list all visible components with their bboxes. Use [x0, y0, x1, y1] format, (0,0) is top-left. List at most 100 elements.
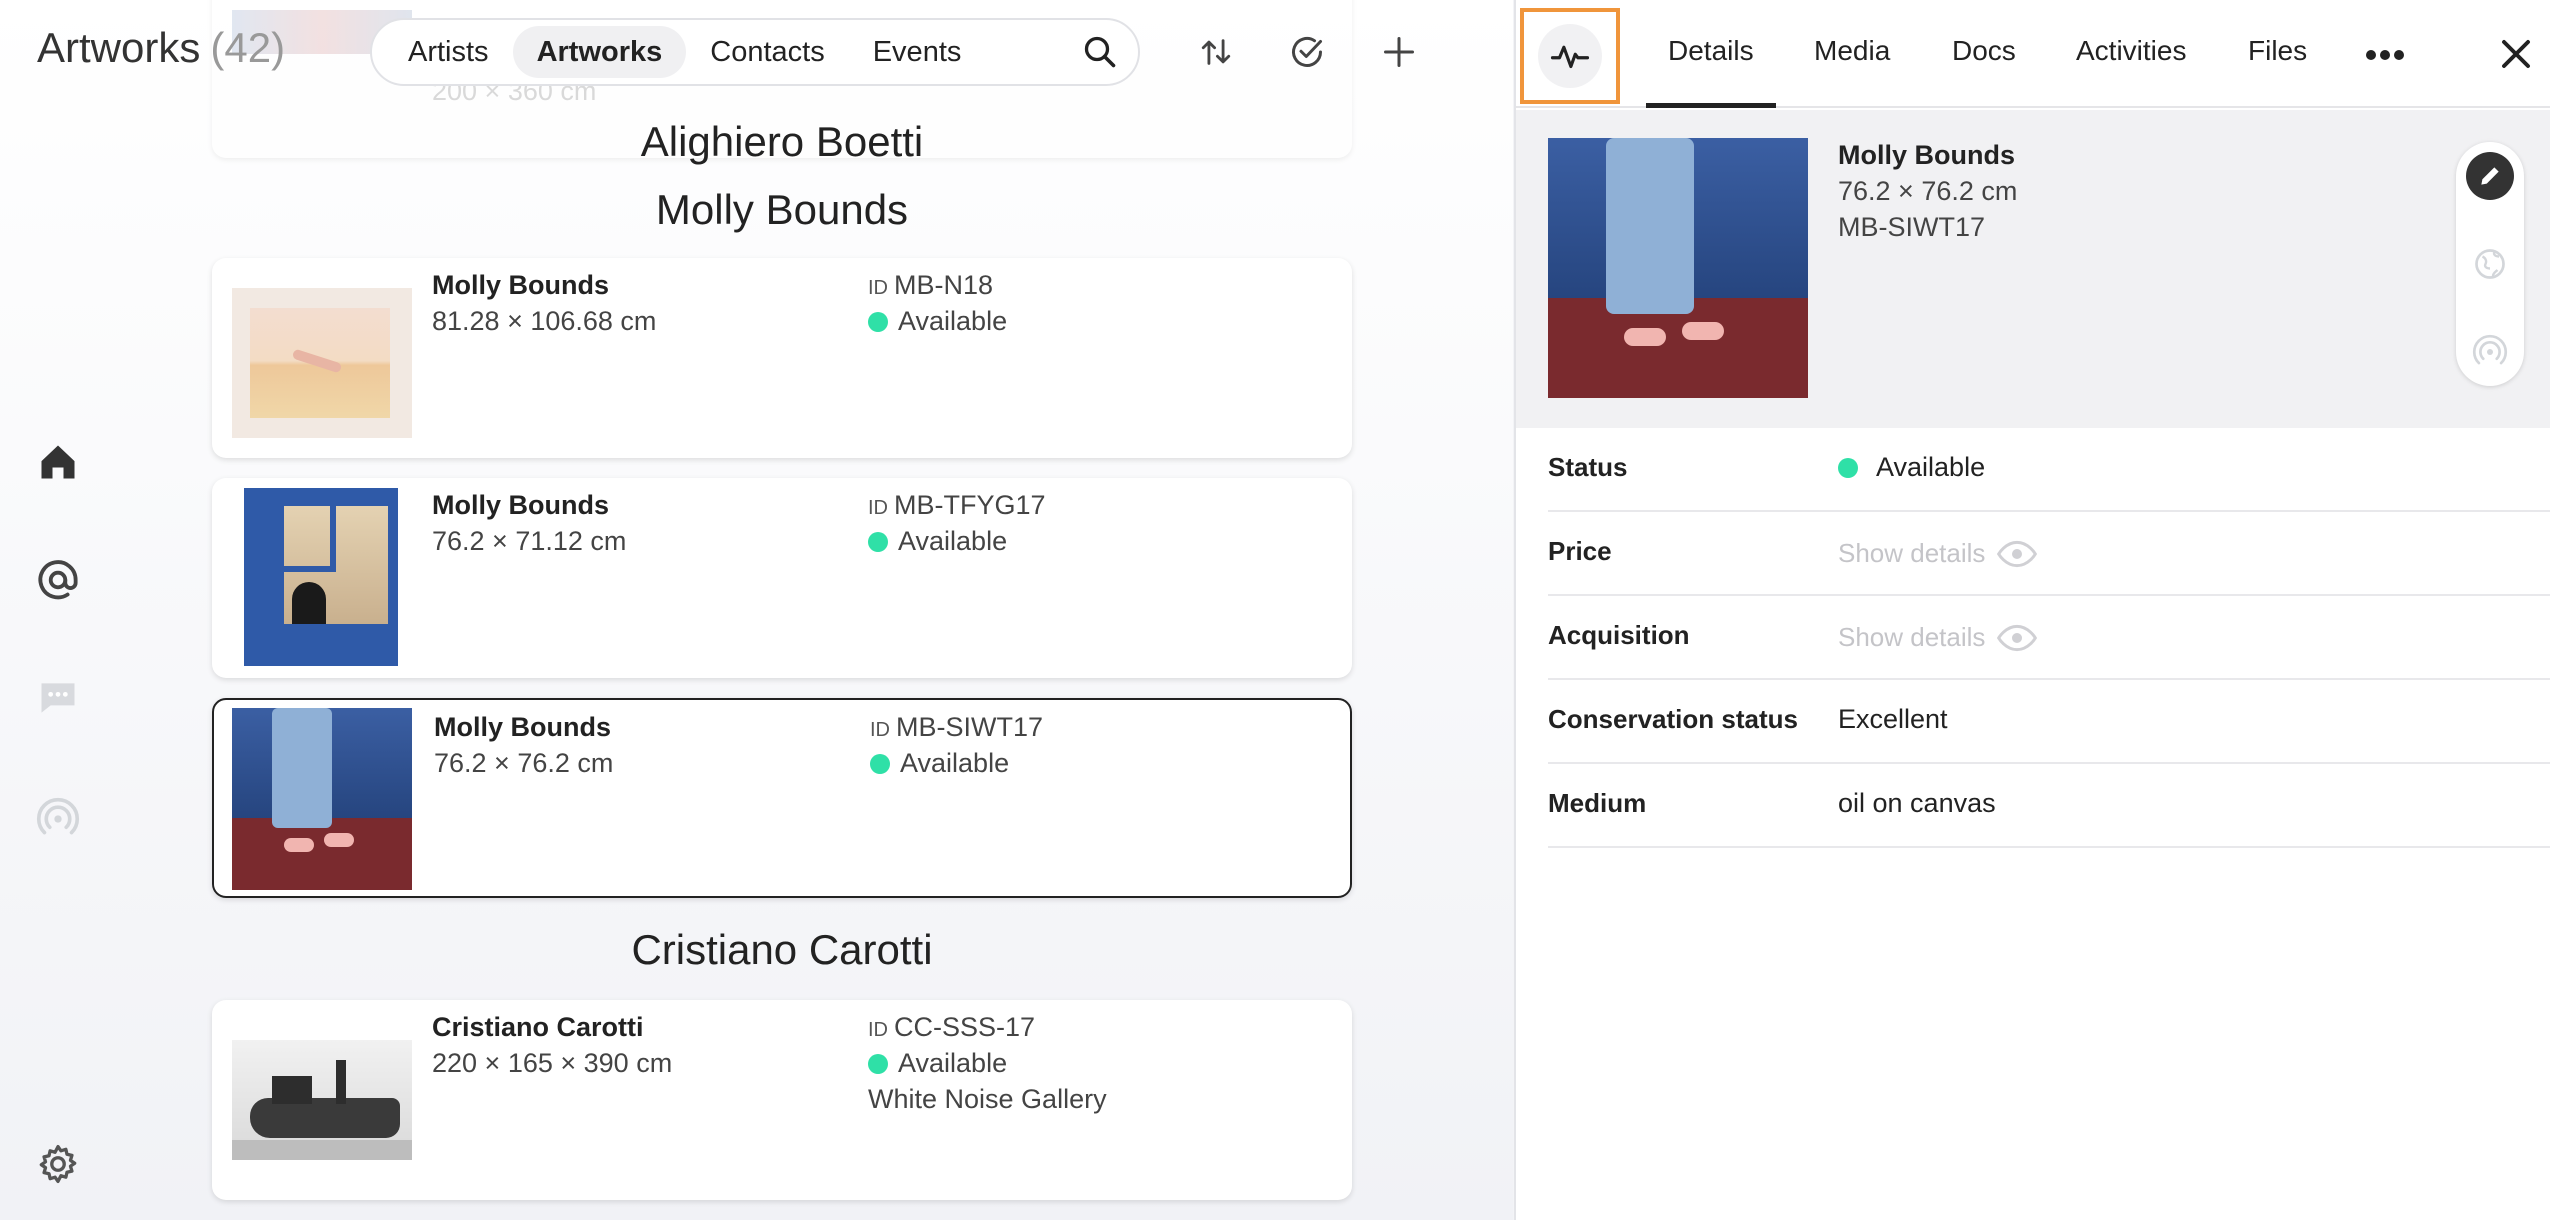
- tab-activities[interactable]: Activities: [2076, 0, 2186, 108]
- artwork-dimensions: 81.28 × 106.68 cm: [432, 306, 657, 336]
- artwork-count: (42): [210, 24, 286, 71]
- page-title-text: Artworks: [37, 24, 201, 71]
- tab-artworks[interactable]: Artworks: [512, 26, 687, 78]
- settings-icon[interactable]: [34, 1140, 82, 1188]
- artwork-dimensions: 220 × 165 × 390 cm: [432, 1048, 673, 1078]
- artwork-summary: Molly Bounds 76.2 × 76.2 cm MB-SIWT17: [1516, 110, 2550, 428]
- field-value: Show details: [1838, 622, 1986, 652]
- field-label: Price: [1548, 536, 1612, 566]
- tab-files[interactable]: Files: [2248, 0, 2307, 108]
- tab-details[interactable]: Details: [1646, 0, 1776, 108]
- artwork-detail-pane: Details Media Docs Activities Files Moll…: [1514, 0, 2550, 1220]
- group-first-name: Alighiero: [640, 118, 805, 165]
- artwork-id: ID CC-SSS-17: [868, 1012, 1035, 1043]
- show-price-details[interactable]: Show details: [1838, 538, 2038, 569]
- chat-icon[interactable]: [34, 674, 82, 722]
- field-price: Price Show details: [1548, 512, 2550, 596]
- group-last-name: Carotti: [808, 926, 933, 973]
- tab-media[interactable]: Media: [1814, 0, 1890, 108]
- show-acquisition-details[interactable]: Show details: [1838, 622, 2038, 653]
- list-item[interactable]: Molly Bounds 76.2 × 71.12 cm ID MB-TFYG17…: [212, 478, 1352, 678]
- sort-icon[interactable]: [1192, 28, 1240, 76]
- field-value: Excellent: [1838, 704, 1948, 734]
- artwork-id: ID MB-N18: [868, 270, 993, 301]
- id-label: ID: [870, 719, 890, 741]
- list-item[interactable]: Cristiano Carotti 220 × 165 × 390 cm ID C…: [212, 1000, 1352, 1200]
- group-last-name: Boetti: [815, 118, 924, 165]
- artwork-id-value: MB-N18: [894, 270, 994, 300]
- close-icon[interactable]: [2488, 26, 2544, 82]
- artist-name: Molly Bounds: [1838, 140, 2015, 170]
- field-label: Status: [1548, 452, 1628, 482]
- field-value: oil on canvas: [1838, 788, 1996, 818]
- activity-button[interactable]: [1520, 8, 1620, 104]
- home-icon[interactable]: [34, 438, 82, 486]
- field-label: Acquisition: [1548, 620, 1690, 650]
- search-icon[interactable]: [1074, 26, 1126, 78]
- tab-events[interactable]: Events: [849, 26, 986, 78]
- group-header-boetti: Alighiero Boetti: [212, 118, 1352, 166]
- artist-name: Cristiano Carotti: [432, 1012, 644, 1042]
- artwork-id-value: CC-SSS-17: [894, 1012, 1036, 1042]
- artist-name: Molly Bounds: [432, 270, 609, 300]
- artist-name: Molly Bounds: [434, 712, 611, 742]
- tab-contacts[interactable]: Contacts: [686, 26, 848, 78]
- more-options-icon[interactable]: [2360, 30, 2410, 80]
- eye-icon: [1997, 540, 2038, 568]
- gallery-name: White Noise Gallery: [868, 1084, 1107, 1114]
- field-status: Status Available: [1548, 428, 2550, 512]
- status-text: Available: [900, 748, 1010, 778]
- status-dot-icon: [870, 753, 890, 774]
- tab-docs[interactable]: Docs: [1952, 0, 2016, 108]
- broadcast-icon[interactable]: [2466, 328, 2514, 376]
- artwork-id: MB-SIWT17: [1838, 212, 1986, 242]
- group-header-bounds: Molly Bounds: [212, 186, 1352, 234]
- artwork-image: [1548, 138, 1808, 398]
- detail-tab-bar: Details Media Docs Activities Files: [1516, 0, 2550, 108]
- status-badge: Available: [870, 748, 1009, 779]
- group-first-name: Cristiano: [631, 926, 798, 973]
- artwork-dimensions: 76.2 × 76.2 cm: [434, 748, 614, 778]
- field-value: Show details: [1838, 538, 1986, 568]
- list-item[interactable]: Molly Bounds 76.2 × 76.2 cm ID MB-SIWT17 …: [212, 698, 1352, 898]
- check-circle-icon[interactable]: [1283, 28, 1331, 76]
- status-text: Available: [898, 526, 1008, 556]
- artwork-thumbnail: [232, 708, 412, 890]
- artwork-dimensions: 76.2 × 71.12 cm: [432, 526, 627, 556]
- at-icon[interactable]: [34, 556, 82, 604]
- globe-icon[interactable]: [2466, 240, 2514, 288]
- tab-artists[interactable]: Artists: [384, 26, 513, 78]
- plus-icon[interactable]: [1375, 28, 1423, 76]
- radar-icon[interactable]: [34, 795, 82, 843]
- list-item[interactable]: Molly Bounds 81.28 × 106.68 cm ID MB-N18 …: [212, 258, 1352, 458]
- field-acquisition: Acquisition Show details: [1548, 596, 2550, 680]
- eye-icon: [1997, 624, 2038, 652]
- artworks-list-pane: 200 × 360 cm Artworks (42) Artists Artwor…: [0, 0, 1513, 1220]
- status-text: Available: [898, 1048, 1008, 1078]
- field-label: Medium: [1548, 788, 1647, 818]
- field-medium: Medium oil on canvas: [1548, 764, 2550, 848]
- pulse-icon: [1538, 24, 1602, 88]
- status-badge: Available: [868, 526, 1007, 557]
- id-label: ID: [868, 497, 888, 519]
- status-dot-icon: [868, 311, 888, 332]
- edit-icon[interactable]: [2466, 152, 2514, 200]
- top-navigation: Artists Artworks Contacts Events: [370, 18, 1140, 86]
- artwork-id-value: MB-SIWT17: [896, 712, 1044, 742]
- status-badge: Available: [868, 306, 1007, 337]
- id-label: ID: [868, 277, 888, 299]
- artwork-thumbnail: [232, 1040, 412, 1160]
- status-badge: Available: [868, 1048, 1007, 1079]
- group-first-name: Molly: [655, 186, 754, 233]
- id-label: ID: [868, 1019, 888, 1041]
- artwork-id: ID MB-TFYG17: [868, 490, 1046, 521]
- status-dot-icon: [1838, 457, 1858, 478]
- status-dot-icon: [868, 1053, 888, 1074]
- status-dot-icon: [868, 531, 888, 552]
- artwork-id: ID MB-SIWT17: [870, 712, 1043, 743]
- group-last-name: Bounds: [765, 186, 909, 233]
- artwork-id-value: MB-TFYG17: [894, 490, 1046, 520]
- field-label: Conservation status: [1548, 704, 1798, 734]
- quick-actions-toolbar: [2456, 142, 2524, 386]
- artwork-thumbnail: [232, 488, 412, 668]
